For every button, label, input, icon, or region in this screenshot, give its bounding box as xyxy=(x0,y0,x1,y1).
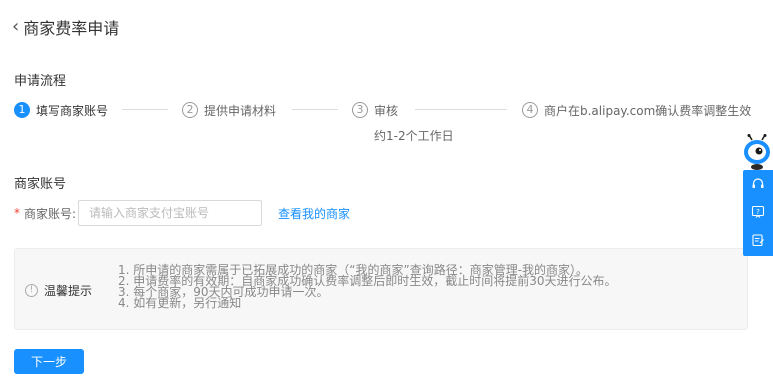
step-4: 4 商户在b.alipay.com确认费率调整生效 xyxy=(522,100,751,120)
step-label-1: 填写商家账号 xyxy=(36,103,109,118)
step-divider xyxy=(415,109,507,110)
step-3: 3 审核 xyxy=(352,100,398,120)
notice-header: ! 温馨提示 xyxy=(25,282,92,299)
customer-service-button[interactable] xyxy=(743,170,773,198)
back-chevron-icon[interactable]: ‹ xyxy=(12,18,19,36)
notice-box: ! 温馨提示 1. 所申请的商家需属于已拓展成功的商家（“我的商家”查询路径：商… xyxy=(14,248,748,330)
next-step-button[interactable]: 下一步 xyxy=(14,349,84,374)
headset-icon xyxy=(752,178,764,188)
step-divider xyxy=(292,109,338,110)
step-number-4: 4 xyxy=(522,102,538,118)
step-2: 2 提供申请材料 xyxy=(182,100,276,120)
step-label-2: 提供申请材料 xyxy=(204,103,277,118)
info-icon: ! xyxy=(25,284,38,297)
view-my-merchants-link[interactable]: 查看我的商家 xyxy=(278,205,350,222)
help-icon: ? xyxy=(751,205,765,218)
step-1: 1 填写商家账号 xyxy=(14,100,108,120)
mascot-icon[interactable] xyxy=(740,134,773,172)
merchant-account-input[interactable] xyxy=(78,200,263,226)
required-mark: * xyxy=(14,206,20,220)
step-number-1: 1 xyxy=(14,102,30,118)
notice-list: 1. 所申请的商家需属于已拓展成功的商家（“我的商家”查询路径：商家管理-我的商… xyxy=(118,264,617,310)
page-title: 商家费率申请 xyxy=(23,19,120,38)
help-button[interactable]: ? xyxy=(743,198,773,226)
notice-item: 4. 如有更新，另行通知 xyxy=(118,296,242,310)
process-section-title: 申请流程 xyxy=(14,74,67,89)
feedback-icon xyxy=(752,234,764,247)
account-form-row: * 商家账号: 查看我的商家 xyxy=(14,200,350,226)
review-duration-note: 约1-2个工作日 xyxy=(374,129,454,143)
step-number-3: 3 xyxy=(352,102,368,118)
feedback-button[interactable] xyxy=(743,226,773,254)
step-label-4: 商户在b.alipay.com确认费率调整生效 xyxy=(544,103,752,118)
svg-text:?: ? xyxy=(756,208,760,216)
notice-title: 温馨提示 xyxy=(44,284,93,298)
step-divider xyxy=(122,109,168,110)
account-label: 商家账号: xyxy=(24,206,77,221)
floating-toolbar: ? xyxy=(743,170,773,256)
step-label-3: 审核 xyxy=(374,103,399,118)
page-header: ‹ 商家费率申请 xyxy=(12,14,119,40)
process-steps: 1 填写商家账号 2 提供申请材料 3 审核 4 商户在b.alipay.com… xyxy=(14,100,754,120)
account-section-title: 商家账号 xyxy=(14,177,67,192)
step-number-2: 2 xyxy=(182,102,198,118)
